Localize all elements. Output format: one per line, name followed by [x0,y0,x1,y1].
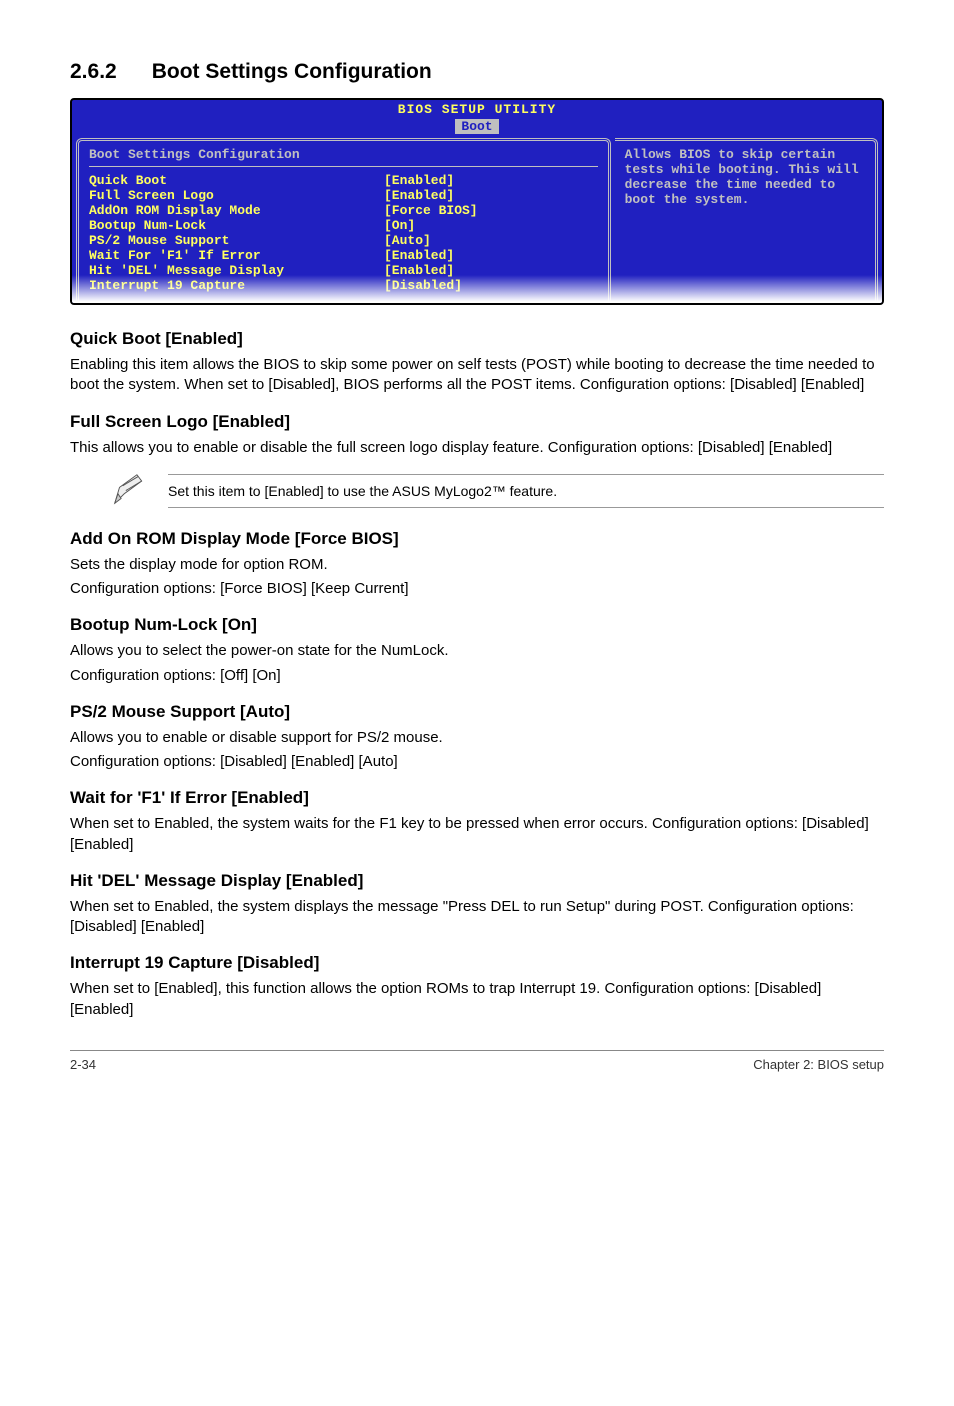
bios-setting-row: Quick Boot[Enabled] [89,173,598,188]
bios-setting-label: Interrupt 19 Capture [89,278,384,293]
bios-setting-label: Full Screen Logo [89,188,384,203]
subsection-heading: Add On ROM Display Mode [Force BIOS] [70,529,884,549]
footer-page-number: 2-34 [70,1057,96,1072]
bios-setting-value: [Enabled] [384,248,598,263]
body-paragraph: When set to Enabled, the system displays… [70,897,884,938]
bios-panel-title: Boot Settings Configuration [89,147,598,162]
body-paragraph: Configuration options: [Force BIOS] [Kee… [70,579,884,599]
bios-screenshot: BIOS SETUP UTILITY Boot Boot Settings Co… [70,98,884,305]
bios-setting-label: PS/2 Mouse Support [89,233,384,248]
body-paragraph: Allows you to enable or disable support … [70,728,884,748]
bios-setting-value: [Enabled] [384,263,598,278]
bios-header-title: BIOS SETUP UTILITY [72,102,882,117]
bios-setting-value: [Enabled] [384,188,598,203]
body-paragraph: Allows you to select the power-on state … [70,641,884,661]
bios-setting-row: Hit 'DEL' Message Display[Enabled] [89,263,598,278]
bios-setting-label: Hit 'DEL' Message Display [89,263,384,278]
bios-setting-label: Quick Boot [89,173,384,188]
bios-setting-row: Wait For 'F1' If Error[Enabled] [89,248,598,263]
body-paragraph: Enabling this item allows the BIOS to sk… [70,355,884,396]
bios-header-tab: Boot [455,119,498,134]
body-paragraph: Configuration options: [Disabled] [Enabl… [70,752,884,772]
bios-setting-row: Full Screen Logo[Enabled] [89,188,598,203]
bios-setting-value: [On] [384,218,598,233]
subsection-heading: PS/2 Mouse Support [Auto] [70,702,884,722]
bios-settings-panel: Boot Settings Configuration Quick Boot[E… [76,138,611,303]
subsection-heading: Interrupt 19 Capture [Disabled] [70,953,884,973]
bios-setting-label: Bootup Num-Lock [89,218,384,233]
subsection-heading: Bootup Num-Lock [On] [70,615,884,635]
note-text: Set this item to [Enabled] to use the AS… [168,474,884,508]
bios-setting-row: PS/2 Mouse Support[Auto] [89,233,598,248]
bios-setting-row: Interrupt 19 Capture[Disabled] [89,278,598,293]
section-number: 2.6.2 [70,60,117,83]
body-paragraph: Configuration options: [Off] [On] [70,666,884,686]
body-paragraph: When set to Enabled, the system waits fo… [70,814,884,855]
bios-setting-row: Bootup Num-Lock[On] [89,218,598,233]
subsection-heading: Hit 'DEL' Message Display [Enabled] [70,871,884,891]
footer-chapter: Chapter 2: BIOS setup [753,1057,884,1072]
bios-setting-label: Wait For 'F1' If Error [89,248,384,263]
bios-header: BIOS SETUP UTILITY Boot [72,100,882,134]
section-heading: 2.6.2 Boot Settings Configuration [70,60,884,84]
pencil-icon [110,470,148,513]
subsection-heading: Full Screen Logo [Enabled] [70,412,884,432]
bios-help-panel: Allows BIOS to skip certain tests while … [615,138,878,303]
subsection-heading: Wait for 'F1' If Error [Enabled] [70,788,884,808]
bios-setting-row: AddOn ROM Display Mode[Force BIOS] [89,203,598,218]
body-paragraph: When set to [Enabled], this function all… [70,979,884,1020]
bios-setting-value: [Disabled] [384,278,598,293]
bios-setting-value: [Enabled] [384,173,598,188]
section-title: Boot Settings Configuration [152,60,432,83]
subsection-heading: Quick Boot [Enabled] [70,329,884,349]
body-paragraph: Sets the display mode for option ROM. [70,555,884,575]
bios-setting-value: [Auto] [384,233,598,248]
bios-setting-label: AddOn ROM Display Mode [89,203,384,218]
bios-setting-value: [Force BIOS] [384,203,598,218]
body-paragraph: This allows you to enable or disable the… [70,438,884,458]
page-footer: 2-34 Chapter 2: BIOS setup [70,1050,884,1072]
note-callout: Set this item to [Enabled] to use the AS… [110,470,884,513]
